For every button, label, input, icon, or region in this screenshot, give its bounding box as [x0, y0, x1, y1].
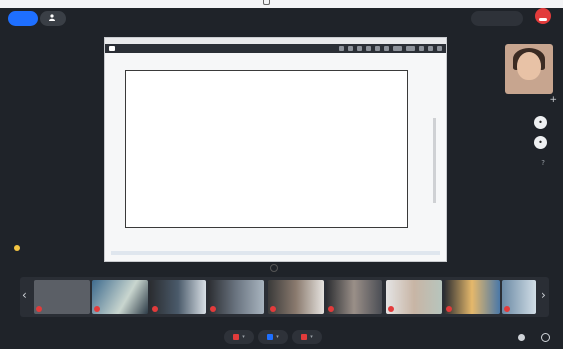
vertical-scrollbar[interactable] — [433, 118, 436, 203]
more-icon — [540, 332, 550, 342]
zoom-out-button[interactable]: • — [534, 136, 547, 149]
chevron-down-icon[interactable]: ▾ — [276, 334, 279, 340]
participants-button[interactable] — [40, 11, 66, 26]
microphone-muted-icon — [504, 306, 510, 312]
self-video-tile[interactable] — [505, 44, 553, 94]
self-video-face — [517, 52, 541, 80]
participant-tile[interactable] — [444, 280, 500, 314]
meeting-app: + • • ? ‹ › ▾ ▾ ▾ — [0, 0, 563, 349]
emoji-icon — [14, 245, 20, 251]
more-button[interactable] — [538, 330, 552, 344]
record-button[interactable] — [471, 11, 523, 26]
speaker-caption — [12, 245, 20, 251]
participant-tag — [94, 306, 102, 312]
close-icon[interactable] — [437, 46, 442, 51]
pen-icon[interactable] — [339, 46, 344, 51]
microphone-muted-icon — [152, 306, 158, 312]
shared-screen[interactable] — [104, 37, 447, 262]
gear-icon[interactable] — [428, 46, 433, 51]
microphone-muted-icon — [446, 306, 452, 312]
carousel-handle[interactable] — [270, 264, 278, 272]
participant-tag — [446, 306, 454, 312]
camera-button[interactable]: ▾ — [292, 330, 322, 344]
undo-icon[interactable] — [366, 46, 371, 51]
participant-tile[interactable] — [386, 280, 442, 314]
window-grip[interactable] — [263, 0, 270, 5]
camera-icon — [301, 334, 308, 340]
screen-share-button[interactable]: ▾ — [258, 330, 288, 344]
shared-toolbar — [105, 44, 446, 53]
participant-tag — [328, 306, 336, 312]
participant-tile[interactable] — [34, 280, 90, 314]
home-icon[interactable] — [109, 46, 115, 51]
pen-icon[interactable] — [357, 46, 362, 51]
participant-tile[interactable] — [150, 280, 206, 314]
text-icon[interactable] — [406, 46, 415, 51]
document-footer — [111, 251, 440, 255]
participant-tag — [270, 306, 278, 312]
user-icon — [48, 14, 55, 23]
window-top-edge — [0, 0, 563, 8]
gear-icon — [517, 333, 525, 341]
participant-tile[interactable] — [268, 280, 324, 314]
participant-tag — [152, 306, 160, 312]
settings-button[interactable] — [514, 330, 528, 344]
image-icon[interactable] — [419, 46, 424, 51]
shape-icon[interactable] — [393, 46, 402, 51]
whiteboard-canvas[interactable] — [125, 70, 408, 228]
participant-tag — [210, 306, 218, 312]
participant-tile[interactable] — [208, 280, 264, 314]
microphone-muted-icon — [36, 306, 42, 312]
microphone-muted-icon — [210, 306, 216, 312]
microphone-muted-icon — [94, 306, 100, 312]
chevron-down-icon[interactable]: ▾ — [310, 334, 313, 340]
participant-tag — [388, 306, 396, 312]
microphone-muted-icon — [388, 306, 394, 312]
microphone-button[interactable]: ▾ — [224, 330, 254, 344]
pen-icon[interactable] — [348, 46, 353, 51]
screen-share-icon — [267, 334, 274, 340]
redo-icon[interactable] — [375, 46, 380, 51]
top-bar — [4, 8, 559, 29]
next-page-arrow[interactable]: › — [541, 288, 546, 302]
microphone-icon — [233, 334, 240, 340]
zoom-in-icon: • — [538, 118, 543, 127]
participant-tile[interactable] — [502, 280, 536, 314]
leave-button[interactable] — [535, 8, 551, 24]
microphone-muted-icon — [328, 306, 334, 312]
participant-tile[interactable] — [326, 280, 382, 314]
microphone-muted-icon — [270, 306, 276, 312]
eraser-icon[interactable] — [384, 46, 389, 51]
prev-page-arrow[interactable]: ‹ — [22, 288, 27, 302]
chevron-down-icon[interactable]: ▾ — [242, 334, 245, 340]
bottom-controls: ▾ ▾ ▾ — [0, 329, 563, 345]
meeting-info-button[interactable] — [8, 11, 38, 26]
plus-icon[interactable]: + — [549, 95, 557, 105]
zoom-in-button[interactable]: • — [534, 116, 547, 129]
participant-tag — [504, 306, 512, 312]
zoom-out-icon: • — [538, 138, 543, 147]
participant-tile[interactable] — [92, 280, 148, 314]
phone-end-icon — [539, 7, 547, 26]
participant-tag — [36, 306, 44, 312]
help-icon[interactable]: ? — [541, 159, 545, 167]
